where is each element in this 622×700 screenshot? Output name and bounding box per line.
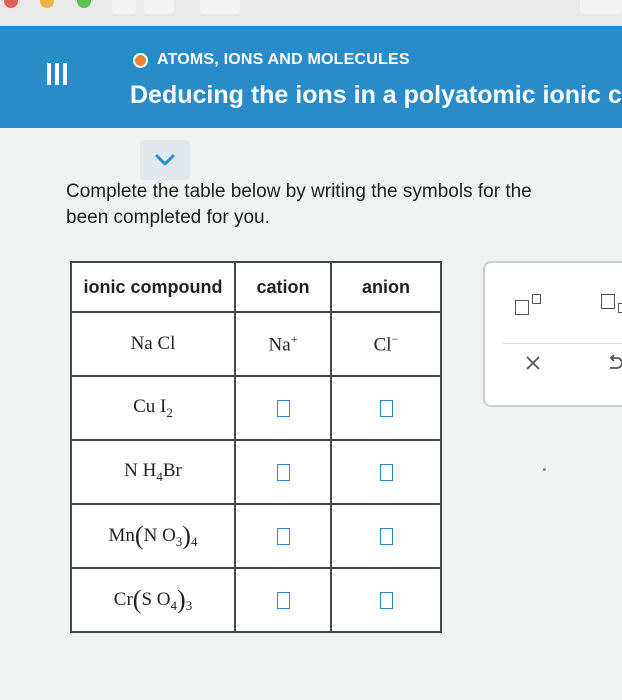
cation-answer-cell[interactable] [234, 439, 332, 505]
topic-status-icon [133, 52, 148, 68]
subscript-box-icon [618, 303, 622, 313]
compound-cr-so4-3: Cr(S O4)3 [70, 567, 236, 633]
anion-answer-cell[interactable] [330, 439, 442, 505]
app-screen: ATOMS, IONS AND MOLECULES Deducing the i… [0, 26, 622, 700]
anion-answer-cell[interactable] [330, 567, 442, 633]
anion-input[interactable] [379, 464, 393, 482]
cation-answer-cell[interactable] [234, 567, 332, 633]
anion-answer-cell[interactable] [330, 503, 442, 569]
clear-button[interactable] [525, 355, 541, 376]
table-header-row: ionic compound cation anion [70, 261, 442, 313]
cation-answer-cell[interactable] [234, 503, 332, 569]
table-row: Na Cl Na+ Cl− [70, 311, 442, 377]
cation-input[interactable] [276, 528, 290, 546]
collapse-button[interactable] [140, 140, 190, 180]
topic-row: ATOMS, IONS AND MOLECULES [133, 51, 410, 69]
compound-nh4br: N H4Br [70, 439, 236, 505]
browser-tab[interactable] [580, 0, 622, 14]
header-ionic-compound: ionic compound [70, 261, 236, 313]
cation-input[interactable] [276, 400, 290, 418]
close-icon [526, 356, 540, 370]
back-button[interactable] [112, 0, 136, 14]
table-row: Cr(S O4)3 [70, 567, 442, 633]
anion-input[interactable] [379, 528, 393, 546]
compound-mn-no3-4: Mn(N O3)4 [70, 503, 236, 569]
table-row: Mn(N O3)4 [70, 503, 442, 569]
minimize-window-dot[interactable] [40, 0, 54, 8]
compound-nacl: Na Cl [70, 311, 236, 377]
base-box-icon [515, 300, 529, 315]
maximize-window-dot[interactable] [77, 0, 91, 8]
screen-smudge [543, 468, 546, 471]
cation-answer-cell[interactable] [234, 375, 332, 441]
chevron-down-icon [155, 154, 175, 166]
anion-input[interactable] [379, 400, 393, 418]
close-window-dot[interactable] [4, 0, 18, 8]
header-anion: anion [330, 261, 442, 313]
anion-input[interactable] [379, 592, 393, 610]
browser-top-strip [0, 0, 622, 26]
forward-button[interactable] [144, 0, 174, 14]
cation-cell: Na+ [234, 311, 332, 377]
superscript-box-icon [532, 294, 541, 304]
ions-table: ionic compound cation anion Na Cl Na+ Cl… [70, 261, 442, 633]
math-tools-panel [483, 261, 622, 407]
sidebar-button[interactable] [200, 0, 240, 14]
undo-icon [609, 354, 622, 369]
prompt-line-2: been completed for you. [66, 207, 270, 228]
header-bar: ATOMS, IONS AND MOLECULES Deducing the i… [0, 26, 622, 128]
question-prompt: Complete the table below by writing the … [66, 179, 622, 231]
header-cation: cation [234, 261, 332, 313]
prompt-line-1: Complete the table below by writing the … [66, 181, 532, 202]
base-box-icon [601, 294, 615, 309]
cation-input[interactable] [276, 464, 290, 482]
table-row: N H4Br [70, 439, 442, 505]
page-title: Deducing the ions in a polyatomic ionic … [130, 81, 622, 109]
menu-icon[interactable] [47, 63, 67, 85]
compound-cui2: Cu I2 [70, 375, 236, 441]
cation-input[interactable] [276, 592, 290, 610]
table-row: Cu I2 [70, 375, 442, 441]
tools-divider [503, 343, 622, 344]
anion-answer-cell[interactable] [330, 375, 442, 441]
anion-cell: Cl− [330, 311, 442, 377]
undo-button[interactable] [607, 353, 622, 378]
topic-label: ATOMS, IONS AND MOLECULES [157, 51, 410, 68]
